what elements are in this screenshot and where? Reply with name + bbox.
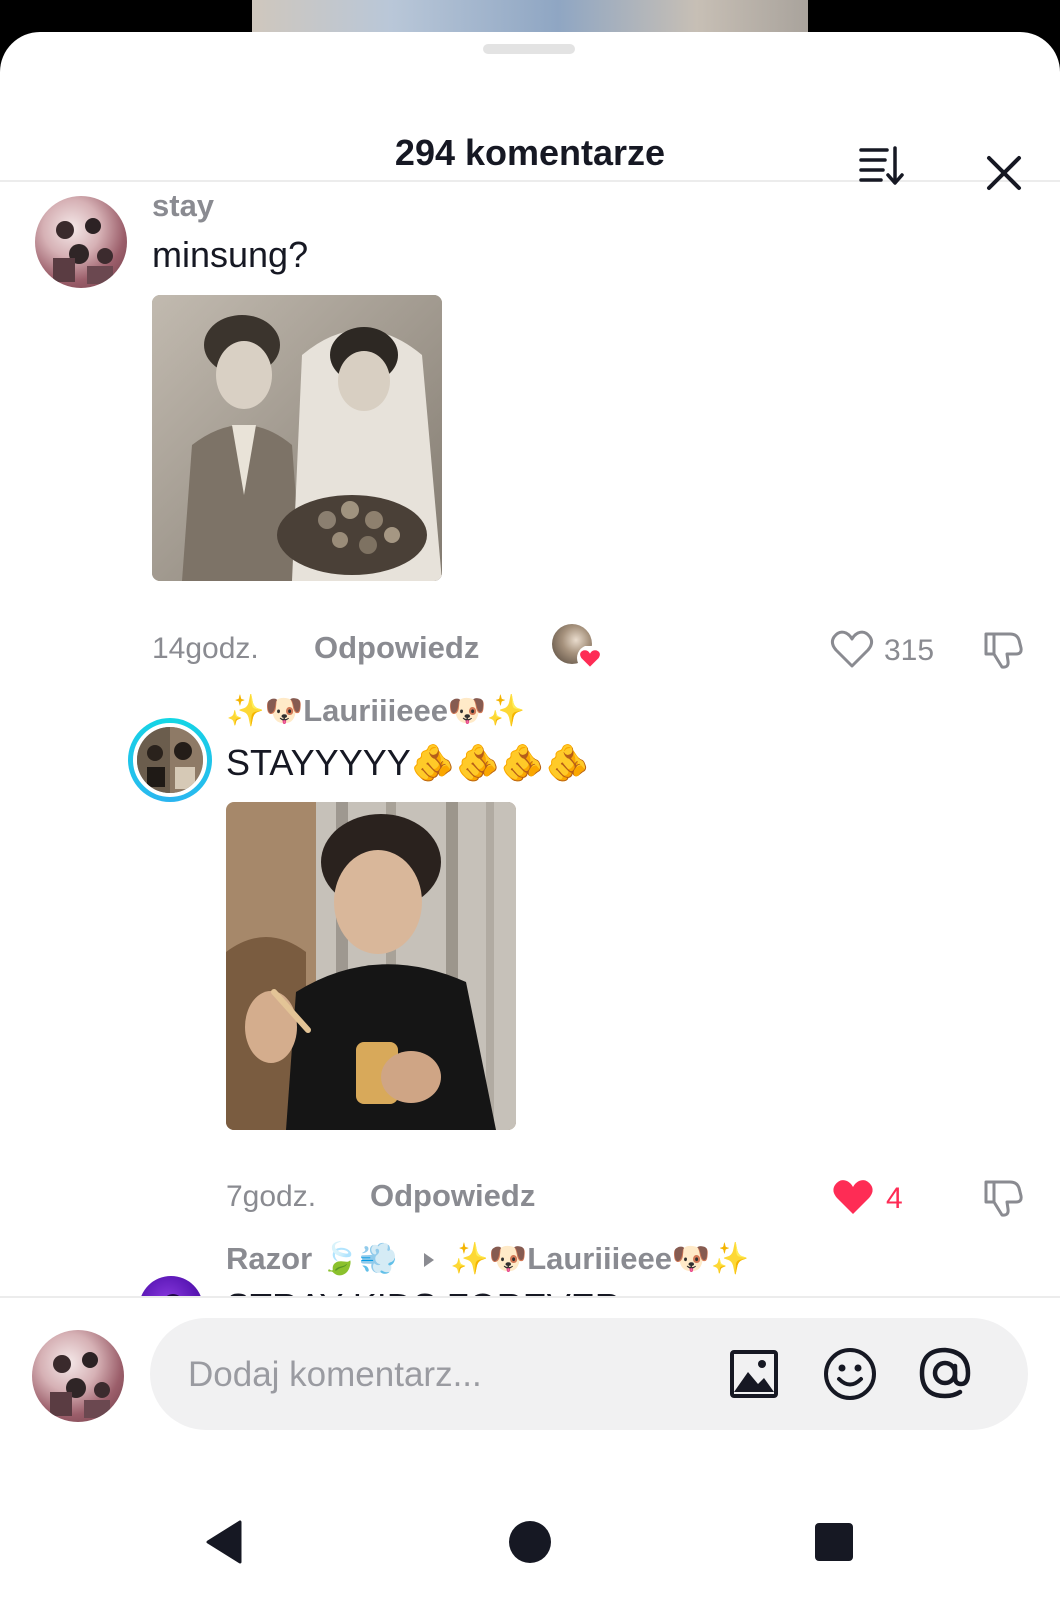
comment-username[interactable]: stay [152,188,214,224]
my-avatar[interactable] [32,1330,124,1422]
dislike-icon[interactable] [980,1174,1026,1220]
comment-list[interactable]: stay minsung? 14godz. Odpowiedz 315 ✨🐶La… [0,182,1060,1328]
like-count: 4 [886,1182,903,1215]
home-icon[interactable] [508,1520,552,1564]
avatar[interactable] [35,196,127,288]
comment-image[interactable] [226,802,516,1130]
image-icon[interactable] [728,1348,780,1400]
comment-time: 7godz. [226,1180,317,1213]
comment-text: STAYYYYY🫵🫵🫵🫵 [226,742,591,783]
heart-badge-icon [577,646,603,670]
reply-button[interactable]: Odpowiedz [370,1178,535,1214]
heart-icon[interactable] [830,1176,876,1218]
comments-header: 294 komentarze [0,80,1060,190]
heart-icon[interactable] [829,628,875,670]
comment-text: minsung? [152,234,309,275]
system-navigation-bar [0,1472,1060,1604]
comment-image[interactable] [152,295,442,581]
back-icon[interactable] [204,1520,244,1564]
comment-composer [0,1296,1060,1474]
comment-username[interactable]: ✨🐶Lauriiieee🐶✨ [226,692,525,729]
story-ring[interactable] [128,718,212,802]
reply-button[interactable]: Odpowiedz [314,630,479,666]
dislike-icon[interactable] [980,626,1026,672]
drag-handle[interactable] [483,44,575,54]
comment-input-container[interactable] [150,1318,1028,1430]
comment-time: 14godz. [152,632,259,665]
avatar-image [53,218,113,284]
recents-icon[interactable] [814,1522,854,1562]
reply-to-username[interactable]: ✨🐶Lauriiieee🐶✨ [450,1240,749,1277]
comments-sheet: 294 komentarze stay minsung? 14godz. Odp… [0,32,1060,1604]
like-count: 315 [884,634,935,667]
comment-username[interactable]: Razor 🍃💨 [226,1240,398,1277]
reply-arrow-icon [424,1253,434,1267]
emoji-icon[interactable] [822,1346,878,1402]
at-icon[interactable] [916,1344,974,1402]
avatar [133,723,207,797]
comment-input[interactable] [186,1342,690,1408]
